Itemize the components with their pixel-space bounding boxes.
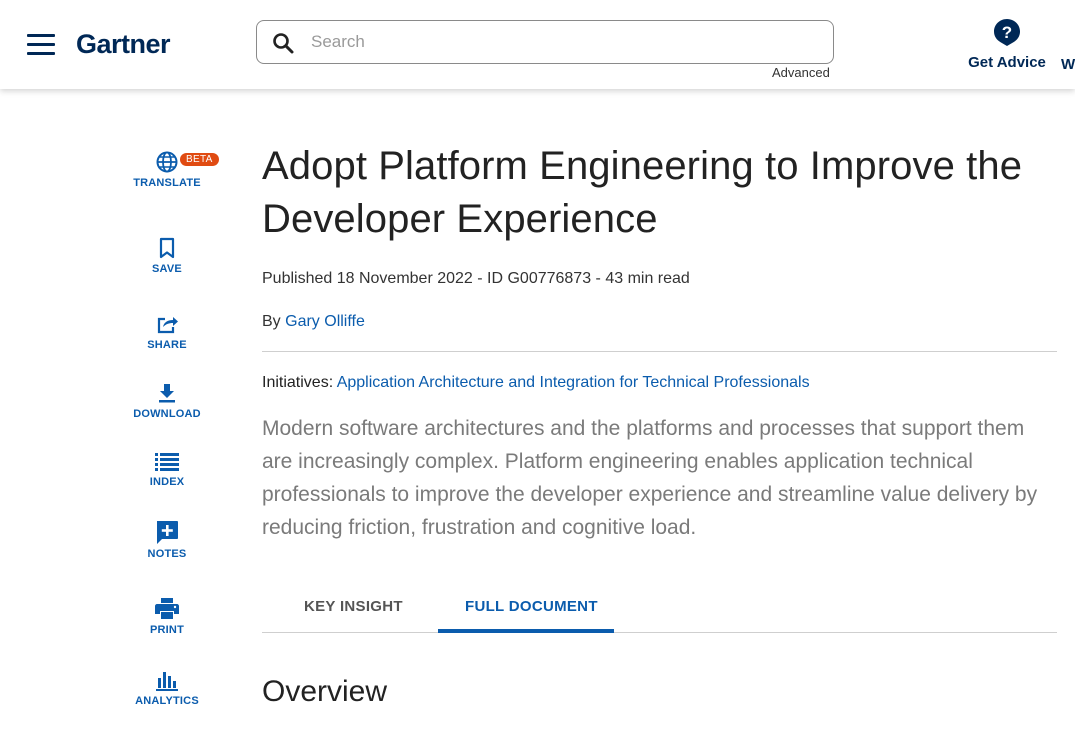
tab-full-document[interactable]: FULL DOCUMENT — [465, 598, 598, 615]
help-circle-icon: ? — [994, 19, 1020, 46]
download-button[interactable]: DOWNLOAD — [120, 381, 214, 420]
print-label: PRINT — [150, 624, 184, 636]
share-icon — [157, 317, 178, 334]
save-button[interactable]: SAVE — [120, 236, 214, 275]
notes-button[interactable]: NOTES — [120, 519, 214, 560]
article-summary: Modern software architectures and the pl… — [262, 417, 1038, 539]
tab-key-insight[interactable]: KEY INSIGHT — [304, 598, 403, 615]
list-icon — [155, 453, 179, 471]
article: Adopt Platform Engineering to Improve th… — [262, 140, 1057, 709]
translate-button[interactable]: BETA TRANSLATE — [120, 150, 219, 189]
printer-icon — [155, 598, 179, 619]
note-add-icon — [157, 521, 178, 544]
bookmark-icon — [159, 237, 175, 259]
hamburger-menu-icon[interactable] — [27, 34, 55, 56]
gartner-logo[interactable]: Gartner — [76, 29, 171, 60]
get-advice-button[interactable]: ? Get Advice — [962, 17, 1052, 71]
advanced-search-link[interactable]: Advanced — [772, 65, 830, 80]
download-label: DOWNLOAD — [133, 408, 201, 420]
page-title: Adopt Platform Engineering to Improve th… — [262, 144, 1023, 241]
get-advice-label: Get Advice — [968, 54, 1046, 71]
author-link[interactable]: Gary Olliffe — [285, 313, 365, 330]
divider — [262, 351, 1057, 352]
search-input[interactable] — [311, 27, 811, 57]
download-icon — [159, 384, 175, 403]
translate-label: TRANSLATE — [133, 177, 201, 189]
notes-label: NOTES — [147, 548, 187, 560]
document-tabs: KEY INSIGHT FULL DOCUMENT — [262, 584, 1057, 633]
section-heading: Overview — [262, 675, 388, 708]
analytics-label: ANALYTICS — [135, 695, 199, 707]
initiatives-label: Initiatives: — [262, 374, 337, 391]
search-box — [256, 20, 834, 64]
initiatives: Initiatives: Application Architecture an… — [262, 374, 1057, 392]
index-button[interactable]: INDEX — [120, 449, 214, 488]
search-icon[interactable] — [271, 31, 295, 55]
beta-badge: BETA — [180, 153, 219, 166]
bar-chart-icon — [156, 672, 178, 691]
initiative-link[interactable]: Application Architecture and Integration… — [337, 374, 810, 391]
index-label: INDEX — [149, 476, 185, 488]
svg-text:?: ? — [1002, 23, 1012, 42]
top-bar: Gartner Advanced ? Get Advice W — [0, 0, 1075, 89]
share-label: SHARE — [147, 339, 187, 351]
analytics-button[interactable]: ANALYTICS — [120, 668, 214, 707]
cut-off-nav-item[interactable]: W — [1061, 56, 1075, 73]
globe-icon — [156, 151, 178, 173]
by-prefix: By — [262, 313, 286, 330]
save-label: SAVE — [152, 263, 182, 275]
publication-meta: Published 18 November 2022 - ID G0077687… — [262, 270, 690, 287]
active-tab-indicator — [438, 629, 614, 633]
share-button[interactable]: SHARE — [120, 312, 214, 351]
byline: By Gary Olliffe — [262, 313, 1057, 331]
print-button[interactable]: PRINT — [120, 597, 214, 636]
